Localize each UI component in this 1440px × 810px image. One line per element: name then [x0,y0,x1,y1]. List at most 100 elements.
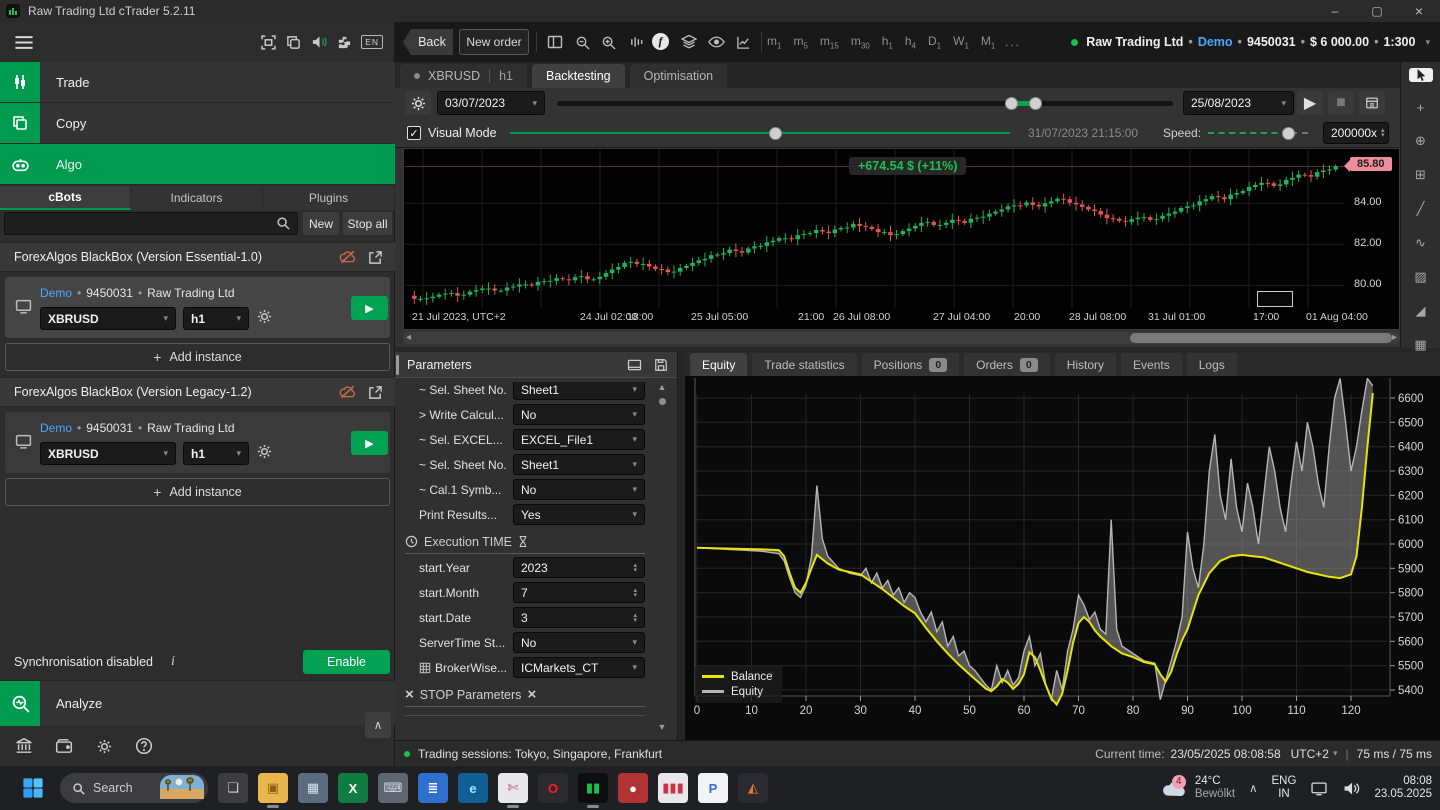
range-end-handle[interactable] [1028,97,1042,110]
taskbar-app-ic-markets[interactable]: ▮▮ [578,773,608,808]
add-instance-button[interactable]: + Add instance [5,478,390,506]
param-dropdown[interactable]: EXCEL_File1 ▾ [513,429,645,450]
stepper-arrows-icon[interactable]: ▴ ▾ [1381,127,1385,139]
taskbar-app-excel[interactable]: X [338,773,368,803]
timeframe-m30[interactable]: m30 [851,34,870,50]
play-backtest-button[interactable]: ▶ [1297,91,1323,115]
scroll-right-icon[interactable]: ▸ [1392,332,1397,343]
taskbar-search[interactable]: Search [60,773,208,803]
chart-edit-icon[interactable] [733,33,753,51]
fx-icon[interactable]: f [652,33,669,50]
speed-slider[interactable] [1208,132,1288,134]
gear-icon[interactable] [257,309,272,324]
taskbar-app-task-view[interactable]: ❏ [218,773,248,803]
speed-handle[interactable] [1282,127,1295,140]
cloud-off-icon[interactable] [339,385,356,399]
info-icon[interactable]: i [171,654,175,670]
chart-scrollbar[interactable]: ◂ ▸ [395,330,1440,347]
param-dropdown[interactable]: No ▾ [513,632,645,653]
chart-layout-icon[interactable] [545,33,565,51]
visual-mode-checkbox[interactable]: ✓ [407,126,421,140]
freehand-tool-icon[interactable]: ∿ [1409,235,1433,251]
backtest-range-track[interactable] [557,97,1173,110]
tick-chart-icon[interactable] [626,33,646,51]
timeframe-h4[interactable]: h4 [905,34,916,50]
tab-plugins[interactable]: Plugins [263,186,395,210]
taskbar-app-stats-app[interactable]: ▮▮▮ [658,773,688,803]
tab-optimisation[interactable]: Optimisation [629,64,728,88]
taskbar-app-security-app[interactable]: ● [618,773,648,803]
anchor-tool-icon[interactable]: ⊞ [1409,167,1433,183]
param-dropdown[interactable]: ICMarkets_CT ▾ [513,657,645,678]
cursor-tool-icon[interactable] [1408,68,1433,82]
search-icon[interactable] [276,216,290,230]
chevron-down-icon[interactable]: ▾ [1333,748,1338,759]
speaker-icon[interactable] [311,35,328,49]
stepper-arrows-icon[interactable]: ▴ ▾ [633,562,637,574]
puzzle-icon[interactable] [337,35,352,50]
panel-splitter[interactable] [396,355,399,375]
language-switcher[interactable]: ENG IN [1272,775,1297,801]
timezone[interactable]: UTC+2 [1291,747,1329,761]
zoom-in-icon[interactable] [598,33,618,51]
taskbar-app-edge[interactable]: e [458,773,488,803]
tab-cbots[interactable]: cBots [0,186,131,210]
tab-events[interactable]: Events [1121,353,1182,376]
start-cbot-button[interactable]: ▶ [351,431,388,455]
playback-progress-slider[interactable] [510,132,1010,134]
eye-icon[interactable] [706,33,726,51]
tray-chevron-icon[interactable]: ∧ [1249,781,1257,795]
parameters-scrollbar[interactable]: ▲ ▼ [651,382,673,740]
fan-tool-icon[interactable]: ◢ [1409,303,1433,319]
language-icon[interactable]: EN [361,35,383,49]
tab-trade-statistics[interactable]: Trade statistics [752,353,857,376]
report-button[interactable] [1359,91,1385,115]
account-selector[interactable]: Raw Trading Ltd Demo 9450031 $ 6 000.00 … [1071,22,1430,62]
fullscreen-icon[interactable] [261,34,276,50]
more-timeframes-button[interactable]: ... [1005,35,1021,49]
volume-icon[interactable] [1342,781,1360,796]
param-stepper[interactable]: 3 ▴ ▾ [513,607,645,628]
dock-panel-icon[interactable] [627,359,642,371]
clock-widget[interactable]: 08:08 23.05.2025 [1374,775,1432,801]
help-icon[interactable] [132,734,156,758]
scroll-down-icon[interactable]: ▼ [658,722,667,732]
collapse-sidebar-button[interactable]: ∧ [365,712,391,738]
trendline-tool-icon[interactable]: ╱ [1409,201,1433,217]
taskbar-app-file-explorer[interactable]: ▣ [258,773,288,808]
tab-chart-xbrusd[interactable]: XBRUSD h1 [400,64,527,88]
scrollbar-track[interactable]: ◂ ▸ [403,332,1400,344]
target-tool-icon[interactable]: ⊕ [1409,133,1433,149]
search-highlight-image[interactable] [160,774,204,802]
share-icon[interactable] [368,385,383,400]
timeframe-m15[interactable]: m15 [820,34,839,50]
taskbar-app-notes[interactable]: ≣ [418,773,448,803]
start-cbot-button[interactable]: ▶ [351,296,388,320]
start-date-select[interactable]: 03/07/2023 ▾ [437,91,545,115]
stepper-arrows-icon[interactable]: ▴ ▾ [633,587,637,599]
tab-orders[interactable]: Orders 0 [964,353,1050,376]
timeframe-m1[interactable]: m1 [767,34,781,50]
enable-sync-button[interactable]: Enable [303,650,390,674]
minimize-button[interactable]: – [1314,0,1356,22]
param-dropdown[interactable]: Sheet1 ▾ [513,454,645,475]
taskbar-app-calculator[interactable]: ▦ [298,773,328,803]
symbol-select[interactable]: XBRUSD ▾ [40,307,176,330]
tab-backtesting[interactable]: Backtesting [532,64,625,88]
back-button[interactable]: Back [403,29,453,55]
timeframe-M1[interactable]: M1 [981,34,995,50]
param-dropdown[interactable]: No ▾ [513,404,645,425]
windows-icon[interactable] [286,35,301,50]
timeframe-D1[interactable]: D1 [928,34,941,50]
taskbar-app-matlab[interactable]: ◭ [738,773,768,803]
hatch-pattern-tool-icon[interactable]: ▨ [1409,269,1433,285]
stepper-arrows-icon[interactable]: ▴ ▾ [633,612,637,624]
stop-backtest-button[interactable]: ■ [1328,91,1354,115]
sidebar-item-trade[interactable]: Trade [0,62,395,103]
cbot-search-input[interactable] [4,212,298,235]
timeframe-W1[interactable]: W1 [953,34,969,50]
sidebar-item-copy[interactable]: Copy [0,103,395,144]
timeframe-select[interactable]: h1 ▾ [183,442,249,465]
param-stepper[interactable]: 2023 ▴ ▾ [513,557,645,578]
taskbar-app-paint-dotnet[interactable]: P [698,773,728,803]
